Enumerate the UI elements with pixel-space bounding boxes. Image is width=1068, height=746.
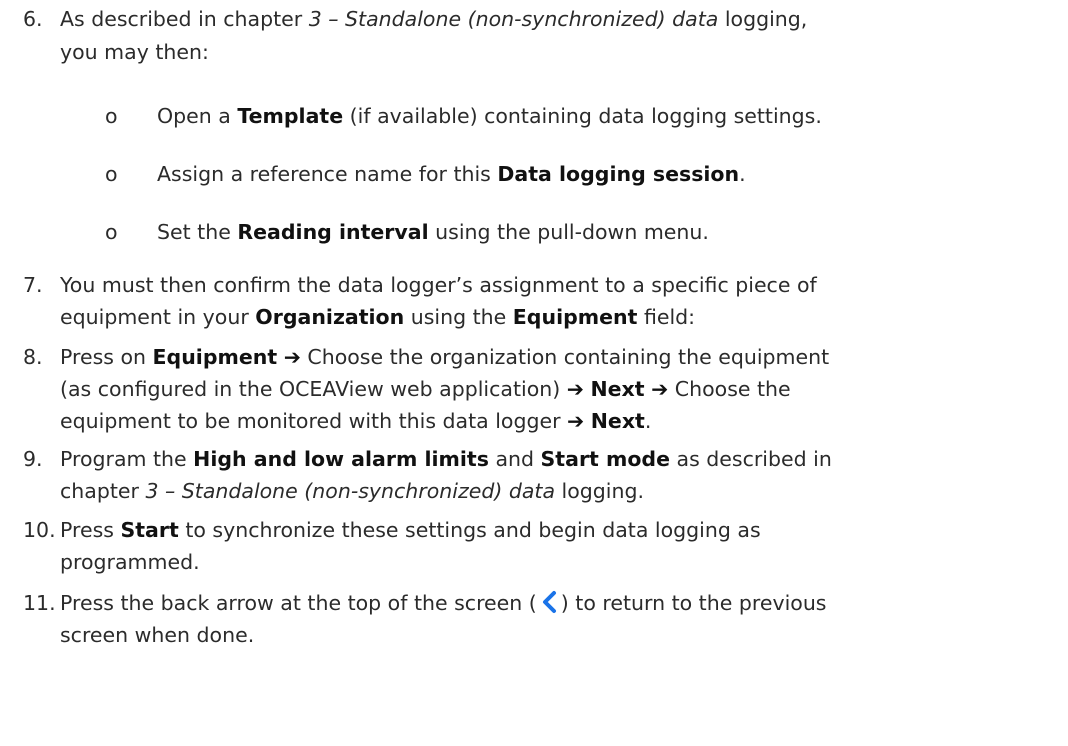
right-arrow-icon: ➔ bbox=[283, 345, 301, 369]
step-number: 9. bbox=[23, 447, 43, 471]
chapter-reference: 3 – Standalone (non-synchronized) data bbox=[308, 7, 719, 31]
chapter-reference: 3 – Standalone (non-synchronized) data bbox=[145, 479, 556, 503]
step-number: 7. bbox=[23, 273, 43, 297]
right-arrow-icon: ➔ bbox=[567, 409, 585, 433]
document-page: 6. As described in chapter 3 – Standalon… bbox=[0, 0, 1068, 746]
step-number: 8. bbox=[23, 345, 43, 369]
bullet: o bbox=[105, 162, 118, 186]
step-number: 6. bbox=[23, 7, 43, 31]
right-arrow-icon: ➔ bbox=[566, 377, 584, 401]
step-number: 11. bbox=[23, 591, 56, 615]
step-6-line-1: As described in chapter 3 – Standalone (… bbox=[60, 7, 808, 31]
step-6-line-2: you may then: bbox=[60, 40, 209, 64]
right-arrow-icon: ➔ bbox=[651, 377, 669, 401]
chevron-left-icon bbox=[539, 590, 559, 623]
bullet: o bbox=[105, 104, 118, 128]
step-number: 10. bbox=[23, 518, 56, 542]
bullet: o bbox=[105, 220, 118, 244]
